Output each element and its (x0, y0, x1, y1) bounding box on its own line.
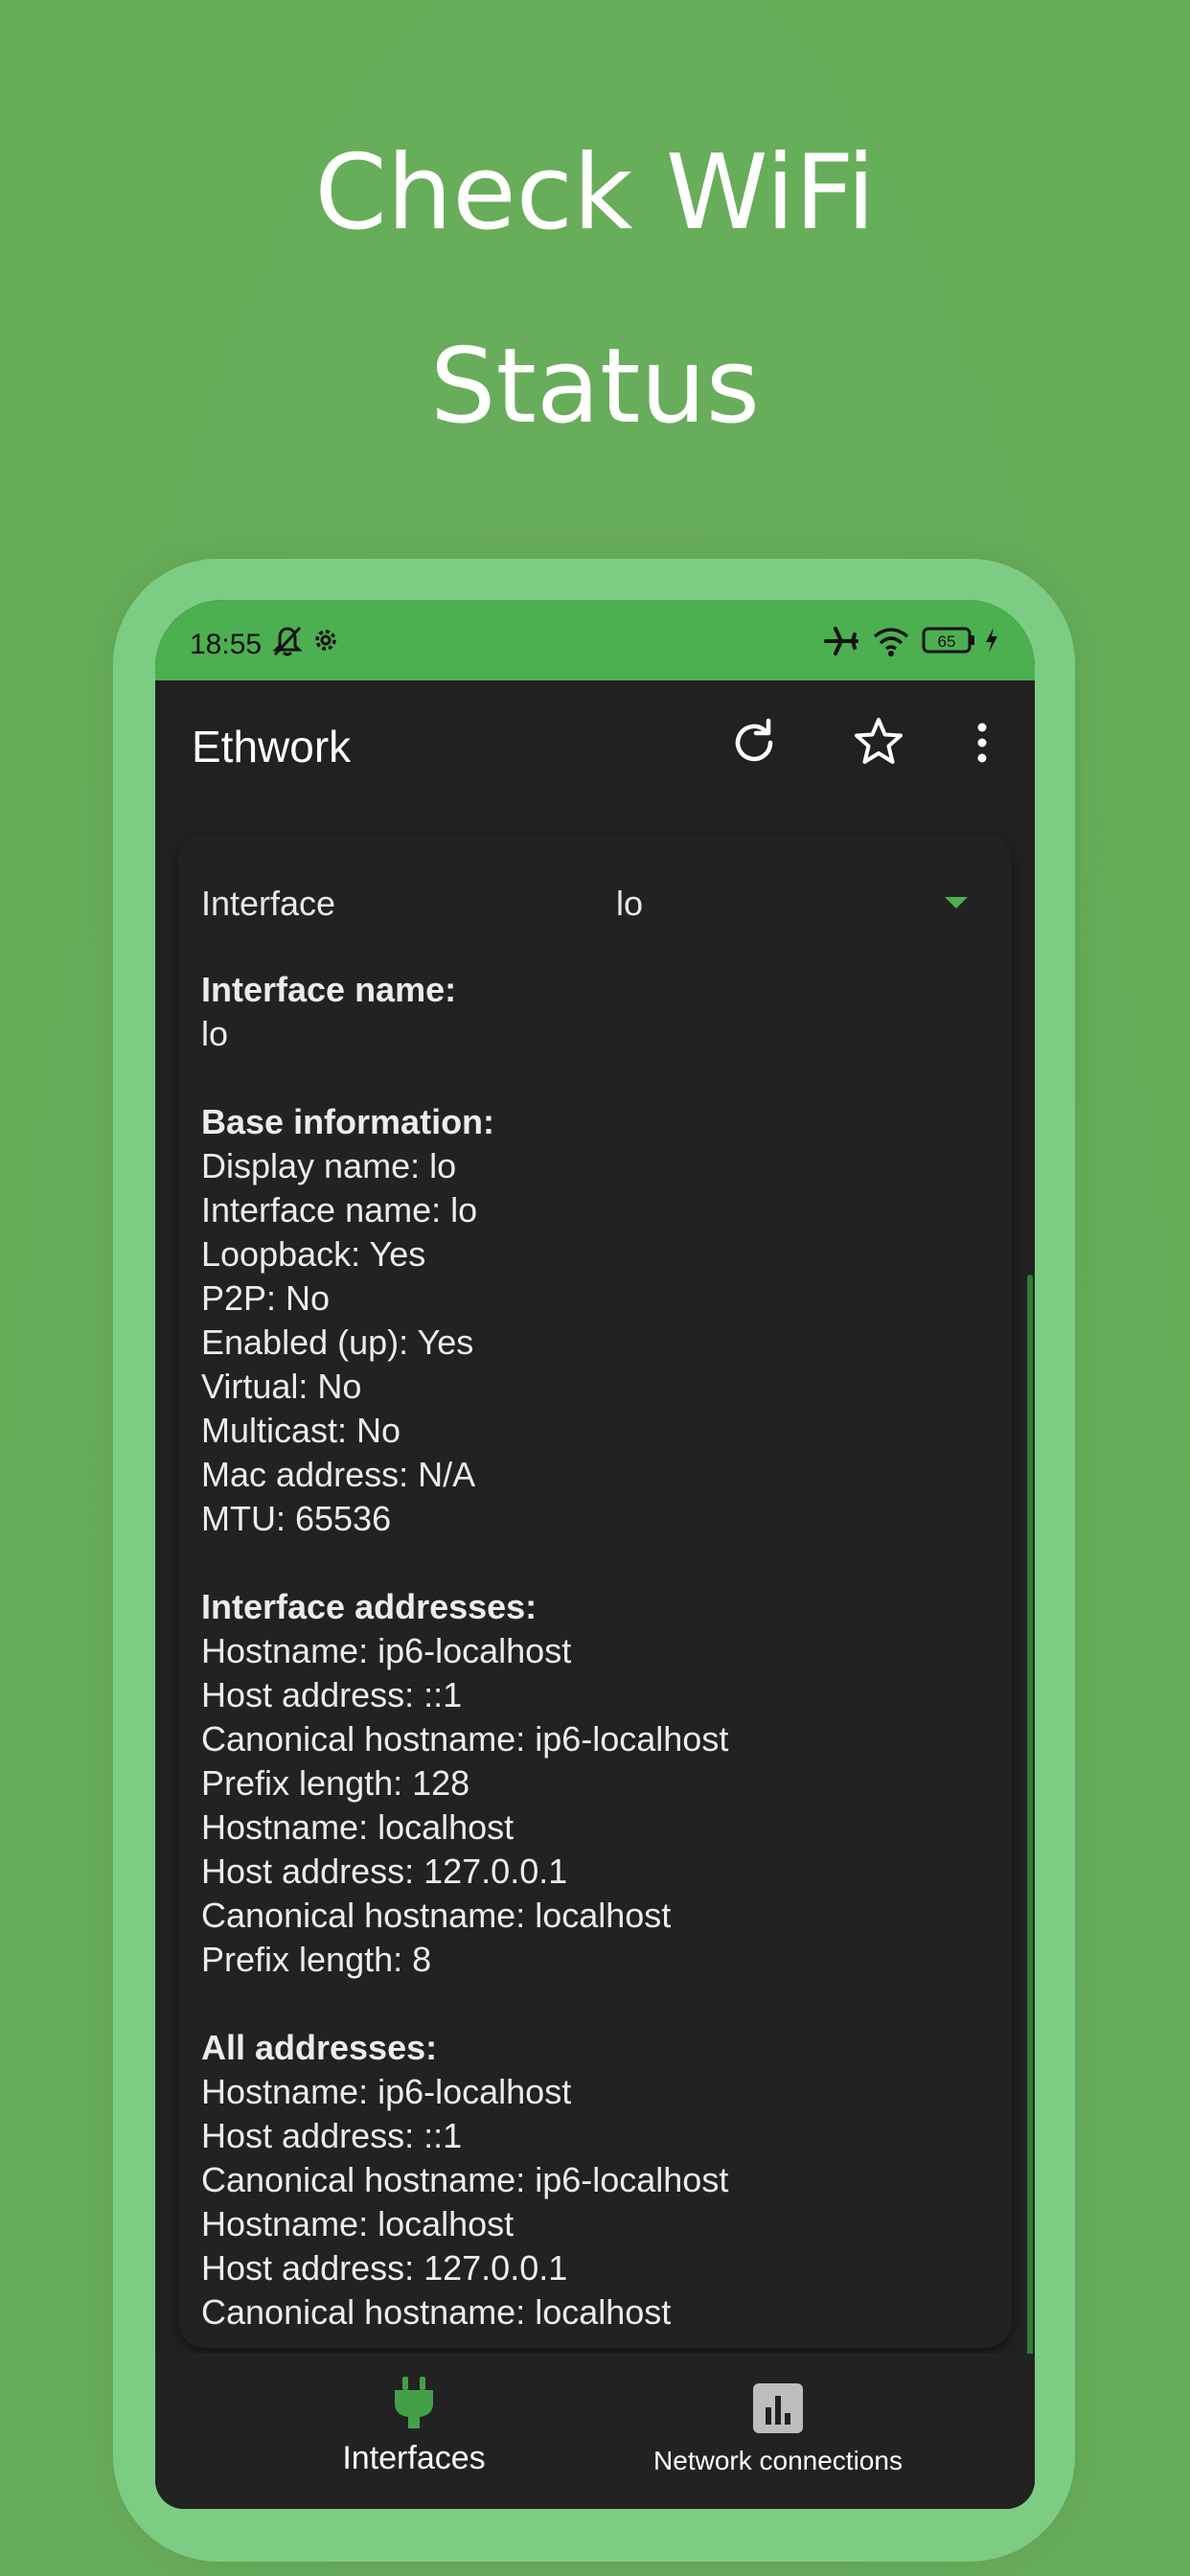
refresh-icon (735, 718, 773, 762)
info-line: Enabled (up): Yes (201, 1322, 474, 1362)
airplane-icon (824, 625, 858, 665)
info-line: Interface name: lo (201, 1190, 478, 1230)
more-vert-icon (977, 723, 987, 763)
scrollbar[interactable] (1027, 1275, 1033, 2509)
info-line: Hostname: ip6-localhost (201, 2072, 572, 2111)
interface-details-card: Interface lo Interface name: lo Base inf… (178, 834, 1033, 2509)
interface-label: Interface (201, 884, 336, 923)
nav-label-interfaces: Interfaces (342, 2440, 486, 2476)
favorite-button[interactable] (845, 709, 912, 776)
info-line: Host address: ::1 (201, 1675, 463, 1714)
info-line: Display name: lo (201, 1146, 457, 1185)
interface-selected-value: lo (616, 884, 644, 923)
section-heading: Base information: (201, 1102, 495, 1141)
app-title: Ethwork (192, 722, 352, 771)
status-bar: 18:55 65 (155, 600, 1035, 680)
promo-title-line-2: Status (429, 327, 761, 447)
battery-icon: 65 (922, 623, 979, 663)
app-bar: Ethwork (155, 680, 1035, 809)
info-line: Prefix length: 8 (201, 1940, 432, 1979)
info-line: MTU: 65536 (201, 1499, 392, 1538)
dropdown-arrow-icon (945, 897, 968, 908)
promo-title-line-1: Check WiFi (314, 133, 876, 253)
info-line: Canonical hostname: ip6-localhost (201, 1719, 729, 1759)
bell-off-icon (272, 625, 303, 665)
info-line: Virtual: No (201, 1367, 362, 1406)
settings-icon (310, 625, 341, 663)
info-line: Prefix length: 128 (201, 1763, 470, 1803)
section-heading: Interface addresses: (201, 1587, 538, 1626)
phone-screen: 18:55 65 Ethwork Interface lo Interface … (155, 600, 1035, 2509)
info-line: Host address: 127.0.0.1 (201, 2248, 568, 2288)
more-options-button[interactable] (949, 709, 1016, 776)
info-line: Hostname: ip6-localhost (201, 1631, 572, 1670)
info-line: lo (201, 1014, 229, 1053)
nav-tab-interfaces[interactable]: Interfaces (289, 2354, 538, 2509)
bar-chart-icon (753, 2383, 803, 2433)
interface-dropdown[interactable]: Interface lo (201, 884, 987, 941)
star-icon (855, 718, 903, 764)
section-heading: All addresses: (201, 2028, 438, 2067)
info-line: P2P: No (201, 1278, 331, 1318)
battery-level: 65 (938, 632, 956, 651)
info-line: Hostname: localhost (201, 1807, 515, 1847)
refresh-button[interactable] (721, 709, 788, 776)
status-time: 18:55 (190, 629, 263, 660)
wifi-icon (872, 625, 910, 665)
bottom-navigation: Interfaces Network connections (155, 2354, 1035, 2509)
charging-icon (983, 627, 1000, 661)
info-line: Loopback: Yes (201, 1234, 426, 1274)
section-heading: Interface name: (201, 970, 457, 1009)
info-line: Host address: ::1 (201, 2116, 463, 2155)
plug-icon (395, 2377, 433, 2428)
interface-info: Interface name: lo Base information: Dis… (201, 968, 968, 2334)
info-line: Canonical hostname: localhost (201, 2292, 672, 2332)
info-line: Host address: 127.0.0.1 (201, 1852, 568, 1891)
nav-label-network-connections: Network connections (653, 2446, 903, 2475)
info-line: Mac address: N/A (201, 1455, 476, 1494)
info-line: Canonical hostname: ip6-localhost (201, 2160, 729, 2199)
nav-tab-network-connections[interactable]: Network connections (615, 2354, 941, 2509)
info-line: Multicast: No (201, 1411, 401, 1450)
info-line: Hostname: localhost (201, 2204, 515, 2243)
info-line: Canonical hostname: localhost (201, 1896, 672, 1935)
